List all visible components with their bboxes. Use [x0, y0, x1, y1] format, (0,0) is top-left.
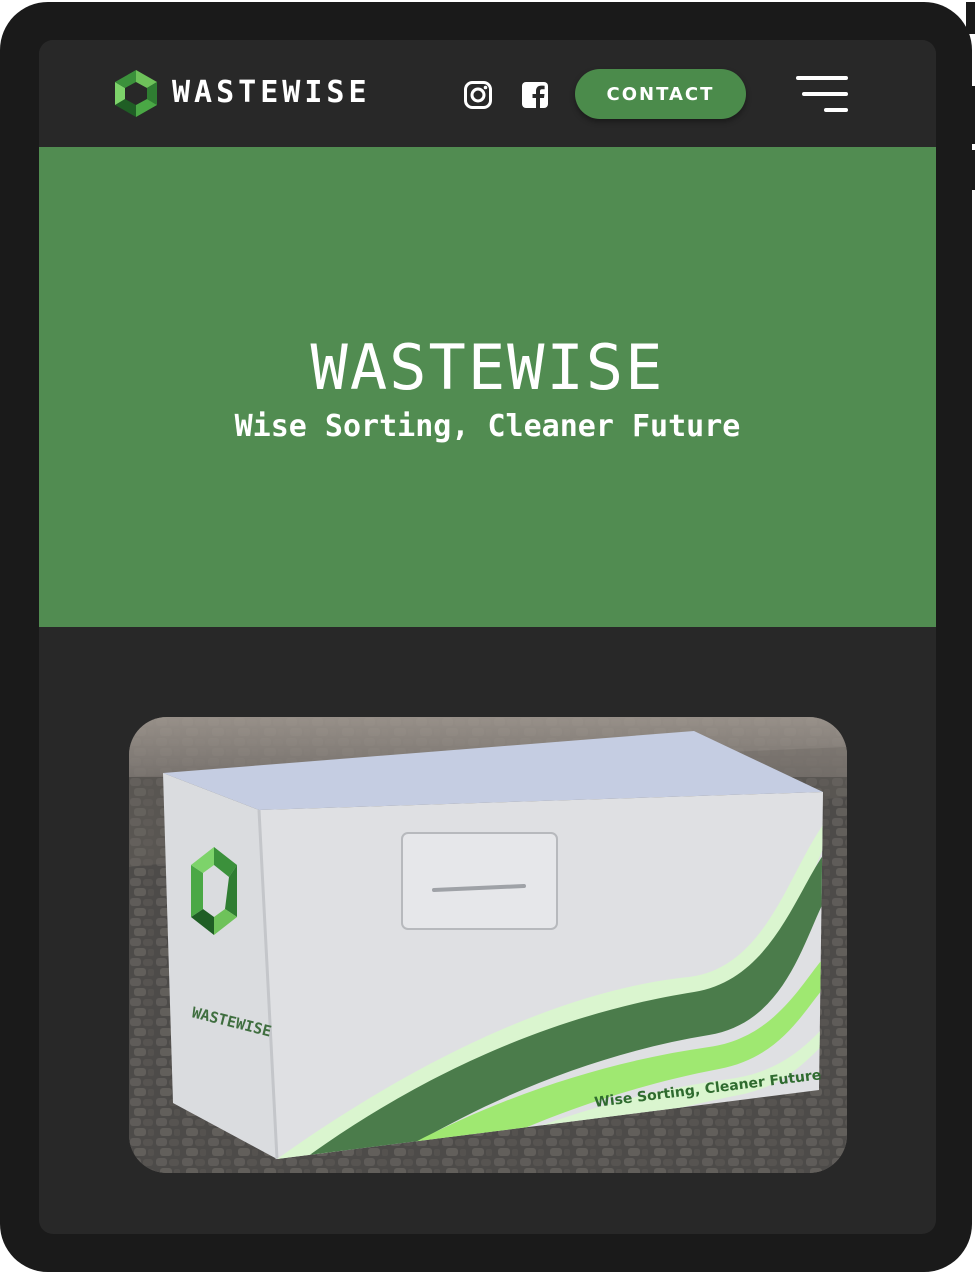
brand-name[interactable]: WASTEWISE — [172, 74, 371, 112]
device-side-button — [966, 2, 975, 34]
hero-subtitle: Wise Sorting, Cleaner Future — [234, 409, 741, 444]
hamburger-menu-icon[interactable] — [796, 76, 848, 112]
hero-title: WASTEWISE — [310, 331, 665, 404]
facebook-icon[interactable] — [520, 80, 550, 110]
contact-button[interactable]: CONTACT — [575, 69, 746, 119]
recycle-logo-icon[interactable] — [113, 68, 159, 118]
device-side-button — [966, 150, 975, 190]
device-side-button — [966, 86, 975, 144]
product-image: WASTEWISE Wise Sorting, Cleaner Future — [129, 717, 847, 1173]
screen: WASTEWISE CONTACT WASTEWISE Wise Sorting… — [39, 40, 936, 1234]
hero-banner: WASTEWISE Wise Sorting, Cleaner Future — [39, 147, 936, 627]
navbar: WASTEWISE CONTACT — [39, 40, 936, 147]
instagram-icon[interactable] — [463, 80, 493, 110]
